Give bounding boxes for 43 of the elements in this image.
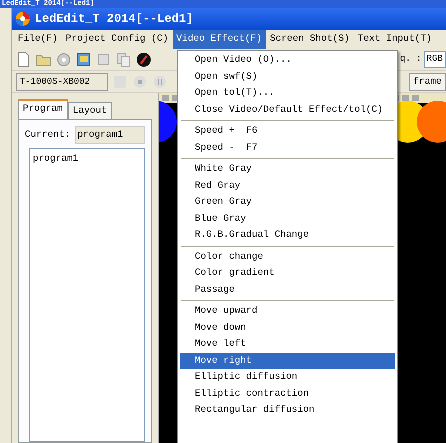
menu-item[interactable]: Open swf(S) xyxy=(180,68,395,85)
menu-item[interactable]: White Gray xyxy=(180,161,395,178)
menu-item[interactable]: Move left xyxy=(180,336,395,352)
menu-item[interactable]: Open tol(T)... xyxy=(180,85,395,102)
menu-item[interactable]: R.G.B.Gradual Change xyxy=(180,227,395,244)
menu-item[interactable]: Blue Gray xyxy=(180,210,395,227)
menu-item[interactable]: Open Video (O)... xyxy=(180,52,395,68)
menu-item[interactable]: Text Input(T) xyxy=(354,30,436,49)
menu-item[interactable]: Move upward xyxy=(180,303,395,320)
color-mode-label: q. : xyxy=(400,52,422,66)
menu-item[interactable]: Close Video/Default Effect/tol(C) xyxy=(180,102,395,118)
menu-item[interactable]: Elliptic contraction xyxy=(180,386,395,402)
flash-icon[interactable] xyxy=(136,52,152,68)
new-file-icon[interactable] xyxy=(16,52,32,68)
disc-icon[interactable] xyxy=(56,52,72,68)
menu-item[interactable]: Screen Shot(S) xyxy=(266,30,354,49)
menu-item[interactable]: Rectangular diffusion xyxy=(180,402,395,418)
menu-item[interactable]: Color change xyxy=(180,248,395,265)
color-mode-field[interactable]: RGB xyxy=(424,51,446,68)
app-logo-icon xyxy=(15,11,31,27)
menu-item[interactable]: Move right xyxy=(180,352,395,369)
menu-item[interactable]: Elliptic diffusion xyxy=(180,369,395,386)
program-list-item[interactable]: program1 xyxy=(33,152,79,166)
current-label: Current: xyxy=(25,128,71,142)
pause-icon[interactable] xyxy=(152,74,168,90)
menu-item[interactable]: Color gradient xyxy=(180,265,395,282)
window-title: LedEdit_T 2014[--Led1] xyxy=(35,11,194,28)
current-program-field: program1 xyxy=(74,126,145,144)
image-icon[interactable] xyxy=(76,52,92,68)
menu-item[interactable]: Speed - F7 xyxy=(180,140,395,156)
menu-item[interactable]: Video Effect(F) xyxy=(172,30,266,49)
device-dropdown[interactable]: T-1000S-XB002 xyxy=(16,72,108,90)
menu-item[interactable]: File(F) xyxy=(14,30,62,49)
tab[interactable]: Program xyxy=(18,99,68,120)
tab[interactable]: Layout xyxy=(68,102,112,120)
menu-item[interactable]: Passage xyxy=(180,282,395,298)
menu-item[interactable]: Green Gray xyxy=(180,194,395,210)
menu-item[interactable]: Project Config (C) xyxy=(62,30,173,49)
menu-item[interactable]: Red Gray xyxy=(180,178,395,194)
menu-item[interactable]: Speed + F6 xyxy=(180,123,395,140)
menu-item[interactable]: Move down xyxy=(180,320,395,336)
frame-button[interactable]: frame xyxy=(409,72,446,90)
stop-icon[interactable] xyxy=(132,74,148,90)
